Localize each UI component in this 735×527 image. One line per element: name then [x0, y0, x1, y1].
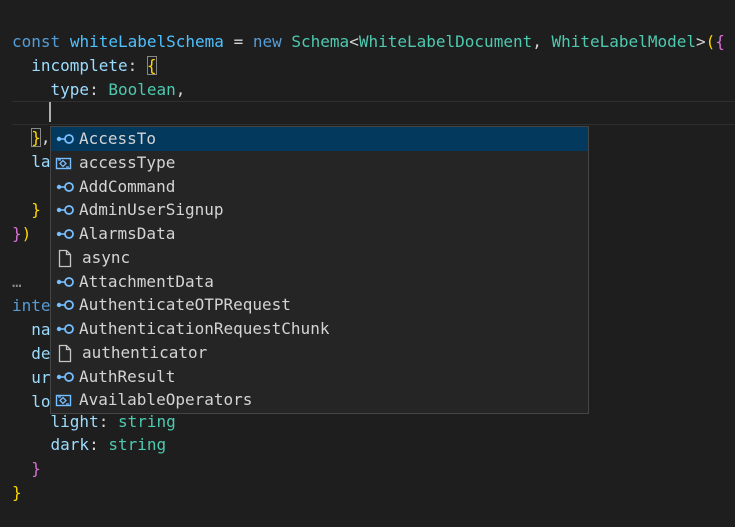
angle-close: >: [695, 32, 706, 51]
suggestion-item[interactable]: AccessTo: [51, 127, 588, 151]
interface-icon: [54, 270, 76, 294]
type-model: WhiteLabelModel: [551, 32, 696, 51]
brace-close: }: [31, 200, 41, 219]
code-line-13: na: [12, 318, 51, 342]
brace-close: }: [12, 224, 22, 243]
paren-close: ): [21, 224, 32, 243]
type-value: Boolean: [108, 80, 176, 99]
code-line-18: dark: string: [12, 433, 167, 457]
suggestion-label: async: [82, 247, 131, 267]
type-schema: Schema: [291, 32, 350, 51]
code-line-12: inte: [12, 294, 51, 318]
suggestion-label: accessType: [79, 152, 176, 172]
angle-open: <: [349, 32, 359, 51]
code-line-5: },: [12, 126, 51, 150]
suggestion-label: AuthResult: [79, 366, 176, 386]
suggestion-label: AuthenticationRequestChunk: [79, 319, 330, 338]
enum-icon: [54, 151, 76, 175]
enum-icon: [54, 388, 76, 412]
text-cursor: [49, 102, 51, 122]
keyword-new: new: [252, 32, 282, 51]
code-line-9: }): [12, 222, 31, 246]
brace-open: {: [715, 32, 725, 51]
operator-equals: =: [223, 32, 253, 51]
suggestion-item[interactable]: accessType: [51, 151, 588, 175]
property-partial: la: [31, 152, 51, 171]
suggestion-label: AvailableOperators: [79, 390, 253, 410]
file-icon: [54, 246, 76, 270]
matched-brace-close: }: [31, 128, 41, 147]
comma: ,: [532, 32, 552, 51]
type-value: string: [117, 412, 176, 431]
property-key: light: [50, 412, 99, 431]
code-line-3: type: Boolean,: [12, 78, 186, 102]
code-line-20: }: [12, 481, 22, 505]
property-key: type: [50, 80, 90, 99]
suggestion-item[interactable]: AttachmentData: [51, 270, 588, 294]
interface-icon: [54, 293, 76, 317]
suggestion-item[interactable]: AdminUserSignup: [51, 198, 588, 222]
colon: :: [98, 412, 118, 431]
code-editor[interactable]: const whiteLabelSchema = new Schema<Whit…: [0, 0, 735, 527]
suggestion-label: AttachmentData: [79, 271, 214, 291]
property-partial: de: [31, 344, 51, 363]
suggestion-item[interactable]: AddCommand: [51, 175, 588, 199]
colon: :: [89, 80, 109, 99]
interface-icon: [54, 127, 76, 151]
keyword-partial: inte: [12, 296, 51, 315]
interface-icon: [54, 175, 76, 199]
code-line-11: …: [12, 270, 22, 294]
current-line-highlight: [12, 101, 735, 125]
file-icon: [54, 341, 76, 365]
suggestion-label: authenticator: [82, 342, 208, 362]
type-document: WhiteLabelDocument: [358, 32, 533, 51]
interface-icon: [54, 198, 76, 222]
property-partial: na: [31, 320, 51, 339]
suggestion-label: AccessTo: [79, 129, 157, 148]
interface-icon: [54, 365, 76, 389]
suggestion-label: AddCommand: [79, 176, 176, 196]
suggestion-item[interactable]: AuthenticateOTPRequest: [51, 293, 588, 317]
keyword-const: const: [12, 32, 61, 51]
code-line-14: de: [12, 342, 51, 366]
folded-ellipsis[interactable]: …: [12, 272, 22, 291]
code-line-8: }: [12, 198, 41, 222]
suggestion-label: AdminUserSignup: [79, 200, 224, 220]
matched-brace-open: {: [146, 56, 157, 75]
code-line-1: const whiteLabelSchema = new Schema<Whit…: [12, 30, 725, 54]
suggestion-item[interactable]: authenticator: [51, 341, 588, 365]
suggestion-label: AlarmsData: [79, 224, 176, 243]
code-line-6: la: [12, 150, 51, 174]
paren-open: (: [705, 32, 716, 51]
suggestion-item[interactable]: AvailableOperators: [51, 388, 588, 412]
property-key: incomplete: [31, 56, 128, 75]
type-value: string: [108, 435, 167, 454]
property-partial: lo: [31, 392, 51, 411]
comma: ,: [175, 80, 186, 99]
colon: :: [127, 56, 147, 75]
suggestion-item[interactable]: AuthResult: [51, 365, 588, 389]
colon: :: [89, 435, 109, 454]
variable-name: whiteLabelSchema: [69, 32, 224, 51]
brace-close: }: [12, 483, 22, 502]
interface-icon: [54, 222, 76, 246]
suggestion-widget[interactable]: AccessTo accessType AddCommand AdminUserSig…: [50, 126, 589, 414]
property-partial: ur: [31, 368, 51, 387]
suggestion-item[interactable]: AlarmsData: [51, 222, 588, 246]
interface-icon: [54, 317, 76, 341]
suggestion-item[interactable]: AuthenticationRequestChunk: [51, 317, 588, 341]
code-line-15: ur: [12, 366, 51, 390]
brace-close: }: [31, 459, 41, 478]
code-line-19: }: [12, 457, 41, 481]
property-key: dark: [50, 435, 90, 454]
suggestion-label: AuthenticateOTPRequest: [79, 295, 291, 315]
code-line-2: incomplete: {: [12, 54, 157, 78]
suggestion-item[interactable]: async: [51, 246, 588, 270]
